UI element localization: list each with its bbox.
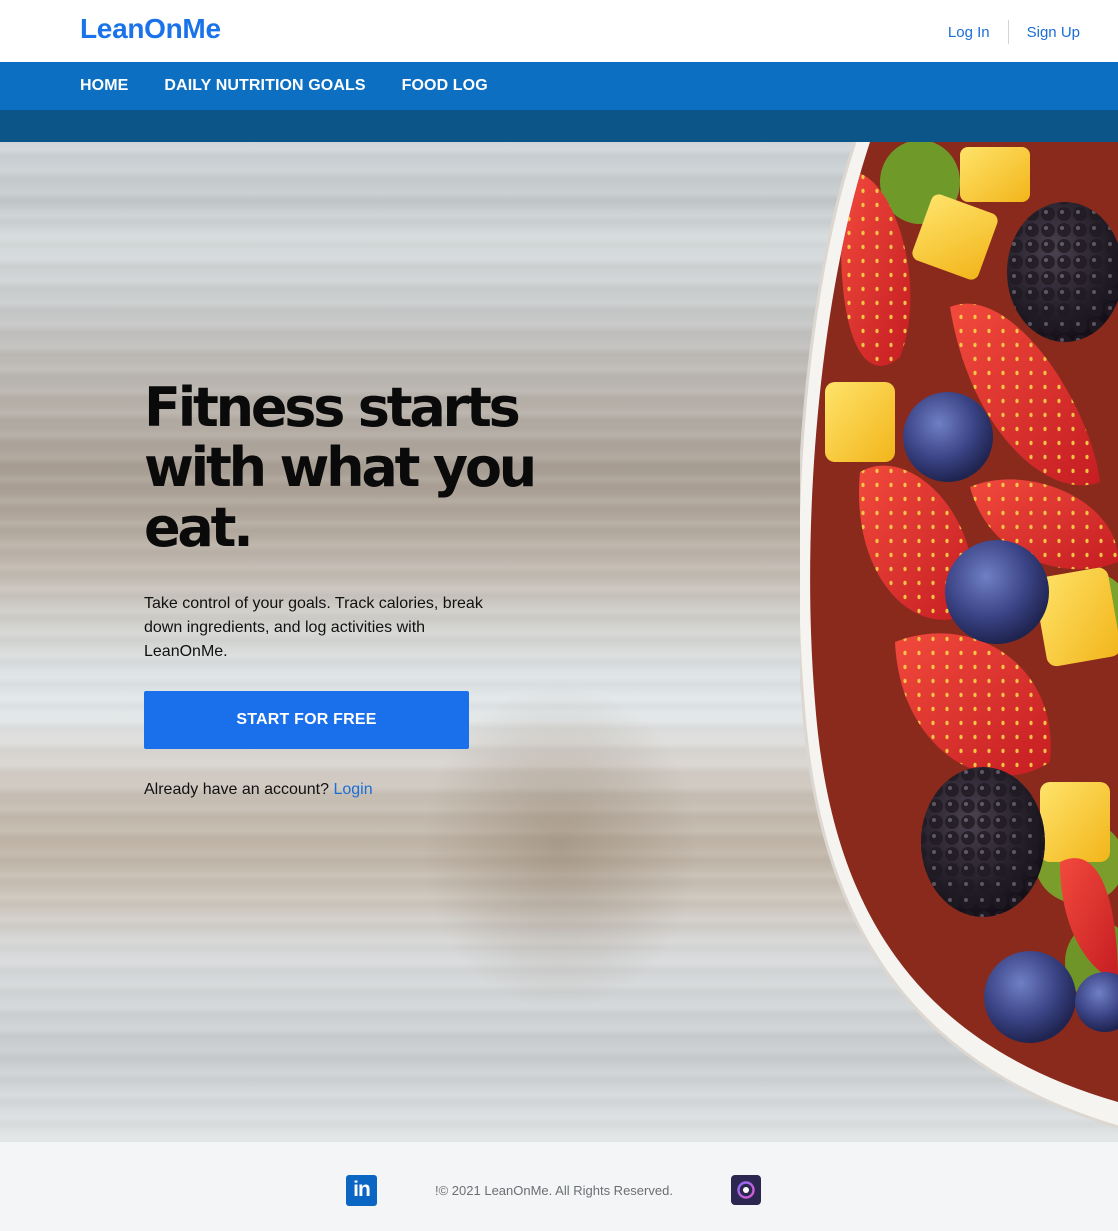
top-header: LeanOnMe Log In Sign Up <box>0 0 1118 62</box>
hero-login-link[interactable]: Login <box>333 781 372 798</box>
nav-items: HOME DAILY NUTRITION GOALS FOOD LOG <box>80 62 524 110</box>
footer: in !© 2021 LeanOnMe. All Rights Reserved… <box>0 1142 1118 1231</box>
linkedin-icon[interactable]: in <box>346 1174 377 1206</box>
github-glyph <box>737 1181 755 1199</box>
hero-section: Fitness starts with what you eat. Take c… <box>0 142 1118 1142</box>
start-for-free-button[interactable]: START FOR FREE <box>144 691 469 749</box>
signup-link[interactable]: Sign Up <box>1027 24 1080 41</box>
auth-divider <box>1007 20 1009 44</box>
auth-links: Log In Sign Up <box>948 19 1080 45</box>
fruit-bowl-image <box>800 142 1118 1129</box>
login-link[interactable]: Log In <box>948 24 990 41</box>
footer-row: in !© 2021 LeanOnMe. All Rights Reserved… <box>346 1174 761 1206</box>
nav-item-home[interactable]: HOME <box>80 77 128 95</box>
hero-title-line-1: Fitness starts <box>144 376 521 439</box>
main-nav: HOME DAILY NUTRITION GOALS FOOD LOG <box>0 62 1118 110</box>
hero-title-line-2: with what you <box>144 436 537 499</box>
nav-item-food-log[interactable]: FOOD LOG <box>402 77 488 95</box>
sub-nav-bar <box>0 110 1118 142</box>
account-prompt-text: Already have an account? <box>144 781 330 798</box>
hero-content: Fitness starts with what you eat. Take c… <box>144 378 564 799</box>
account-prompt: Already have an account? Login <box>144 781 564 799</box>
hero-title-line-3: eat. <box>144 496 254 559</box>
nav-item-daily-nutrition-goals[interactable]: DAILY NUTRITION GOALS <box>164 77 365 95</box>
brand-logo[interactable]: LeanOnMe <box>80 13 221 45</box>
github-icon[interactable] <box>730 1175 761 1205</box>
hero-subtitle: Take control of your goals. Track calori… <box>144 595 483 660</box>
copyright-text: !© 2021 LeanOnMe. All Rights Reserved. <box>435 1182 673 1198</box>
hero-title: Fitness starts with what you eat. <box>144 378 564 558</box>
